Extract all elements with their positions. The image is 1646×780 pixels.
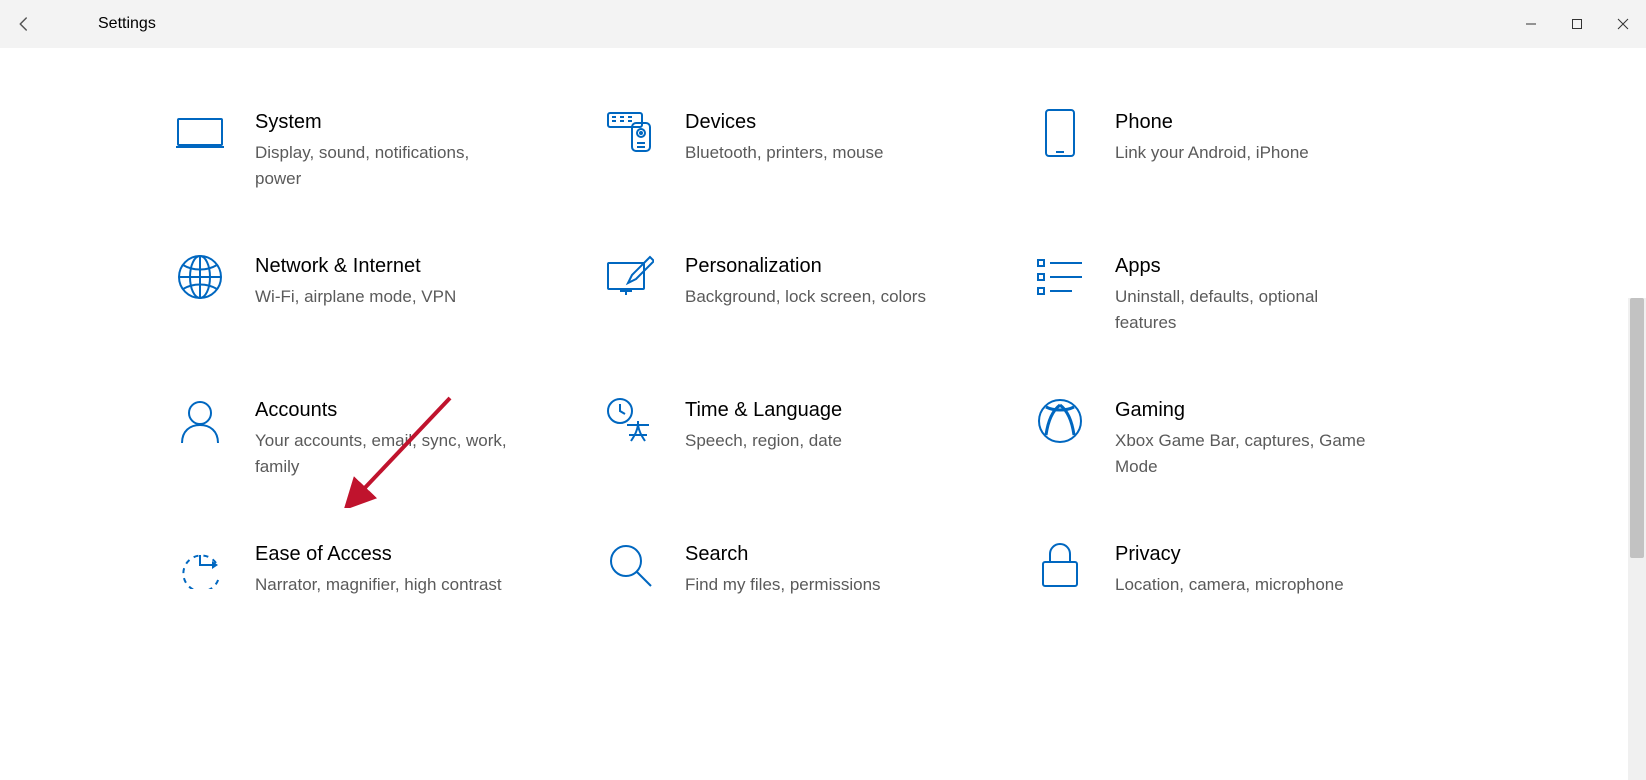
scrollbar-thumb[interactable] — [1630, 298, 1644, 558]
tile-desc: Speech, region, date — [685, 428, 842, 454]
tile-title: Apps — [1115, 252, 1375, 280]
personalization-icon — [605, 252, 655, 302]
close-icon — [1617, 18, 1629, 30]
tile-title: Accounts — [255, 396, 515, 424]
back-button[interactable] — [0, 0, 48, 48]
phone-icon — [1035, 108, 1085, 158]
settings-tiles-grid: System Display, sound, notifications, po… — [0, 48, 1646, 638]
tile-title: Network & Internet — [255, 252, 456, 280]
vertical-scrollbar[interactable] — [1628, 298, 1646, 780]
tile-devices[interactable]: Devices Bluetooth, printers, mouse — [605, 108, 1035, 192]
gaming-icon — [1035, 396, 1085, 446]
maximize-icon — [1571, 18, 1583, 30]
apps-icon — [1035, 252, 1085, 302]
tile-search[interactable]: Search Find my files, permissions — [605, 540, 1035, 598]
tile-title: Search — [685, 540, 881, 568]
tile-desc: Narrator, magnifier, high contrast — [255, 572, 502, 598]
tile-desc: Xbox Game Bar, captures, Game Mode — [1115, 428, 1375, 480]
time-language-icon — [605, 396, 655, 446]
tile-time-language[interactable]: Time & Language Speech, region, date — [605, 396, 1035, 480]
tile-phone[interactable]: Phone Link your Android, iPhone — [1035, 108, 1465, 192]
tile-desc: Uninstall, defaults, optional features — [1115, 284, 1375, 336]
maximize-button[interactable] — [1554, 0, 1600, 48]
tile-desc: Bluetooth, printers, mouse — [685, 140, 883, 166]
tile-desc: Location, camera, microphone — [1115, 572, 1344, 598]
tile-desc: Display, sound, notifications, power — [255, 140, 515, 192]
tile-desc: Your accounts, email, sync, work, family — [255, 428, 515, 480]
tile-title: Phone — [1115, 108, 1309, 136]
accounts-icon — [175, 396, 225, 446]
window-controls — [1508, 0, 1646, 48]
tile-system[interactable]: System Display, sound, notifications, po… — [175, 108, 605, 192]
tile-ease-of-access[interactable]: Ease of Access Narrator, magnifier, high… — [175, 540, 605, 598]
ease-of-access-icon — [175, 540, 225, 590]
minimize-icon — [1525, 18, 1537, 30]
devices-icon — [605, 108, 655, 158]
titlebar: Settings — [0, 0, 1646, 48]
close-button[interactable] — [1600, 0, 1646, 48]
tile-title: Gaming — [1115, 396, 1375, 424]
tile-title: Time & Language — [685, 396, 842, 424]
tile-title: Privacy — [1115, 540, 1344, 568]
tile-desc: Background, lock screen, colors — [685, 284, 926, 310]
minimize-button[interactable] — [1508, 0, 1554, 48]
tile-accounts[interactable]: Accounts Your accounts, email, sync, wor… — [175, 396, 605, 480]
tile-title: Devices — [685, 108, 883, 136]
tile-title: Ease of Access — [255, 540, 502, 568]
tile-title: Personalization — [685, 252, 926, 280]
window-title: Settings — [98, 15, 156, 33]
tile-apps[interactable]: Apps Uninstall, defaults, optional featu… — [1035, 252, 1465, 336]
tile-title: System — [255, 108, 515, 136]
tile-desc: Link your Android, iPhone — [1115, 140, 1309, 166]
tile-desc: Find my files, permissions — [685, 572, 881, 598]
tile-personalization[interactable]: Personalization Background, lock screen,… — [605, 252, 1035, 336]
system-icon — [175, 108, 225, 158]
settings-home: System Display, sound, notifications, po… — [0, 48, 1646, 780]
arrow-left-icon — [15, 15, 33, 33]
tile-desc: Wi-Fi, airplane mode, VPN — [255, 284, 456, 310]
tile-network[interactable]: Network & Internet Wi-Fi, airplane mode,… — [175, 252, 605, 336]
privacy-icon — [1035, 540, 1085, 590]
tile-privacy[interactable]: Privacy Location, camera, microphone — [1035, 540, 1465, 598]
globe-icon — [175, 252, 225, 302]
tile-gaming[interactable]: Gaming Xbox Game Bar, captures, Game Mod… — [1035, 396, 1465, 480]
search-icon — [605, 540, 655, 590]
